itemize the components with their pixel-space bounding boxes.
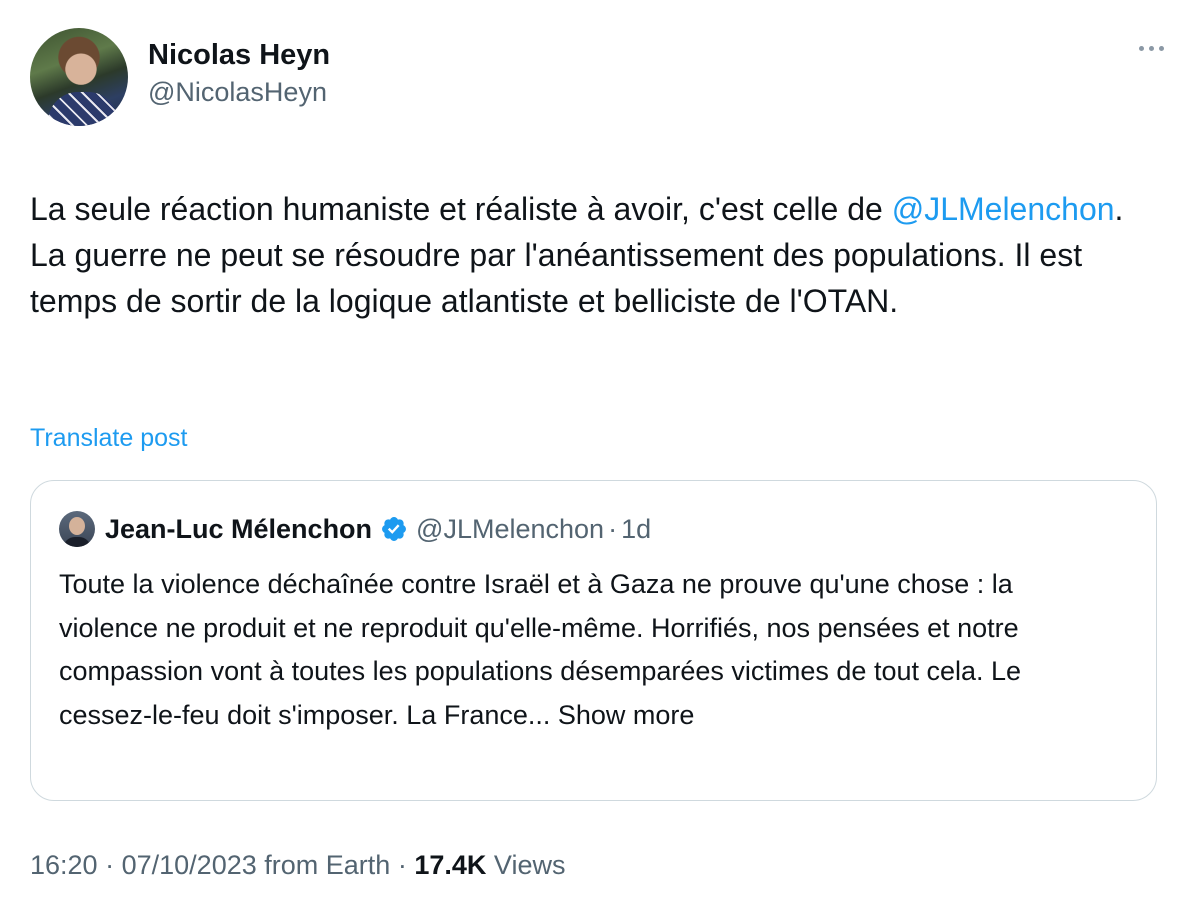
tweet-meta: 16:20 · 07/10/2023 from Earth · 17.4K Vi… bbox=[30, 850, 565, 881]
tweet-header: Nicolas Heyn @NicolasHeyn bbox=[30, 28, 330, 126]
tweet-source: from Earth bbox=[264, 850, 391, 880]
meta-separator: · bbox=[105, 850, 115, 880]
quoted-tweet-text: Toute la violence déchaînée contre Israë… bbox=[59, 569, 1022, 730]
views-count[interactable]: 17.4K bbox=[414, 850, 486, 880]
author-names: Nicolas Heyn @NicolasHeyn bbox=[148, 36, 330, 110]
tweet-card: Nicolas Heyn @NicolasHeyn La seule réact… bbox=[0, 0, 1200, 903]
more-dot bbox=[1159, 46, 1164, 51]
quoted-author-avatar[interactable] bbox=[59, 511, 95, 547]
tweet-mention-link[interactable]: @JLMelenchon bbox=[892, 191, 1115, 227]
quoted-author-handle[interactable]: @JLMelenchon bbox=[416, 514, 604, 545]
tweet-time[interactable]: 16:20 bbox=[30, 850, 98, 880]
meta-separator: · bbox=[397, 850, 407, 880]
avatar-shirt bbox=[48, 92, 118, 126]
tweet-date[interactable]: 07/10/2023 bbox=[122, 850, 257, 880]
views-label: Views bbox=[493, 850, 566, 880]
author-display-name[interactable]: Nicolas Heyn bbox=[148, 36, 330, 74]
translate-post-link[interactable]: Translate post bbox=[30, 424, 187, 453]
more-dot bbox=[1139, 46, 1144, 51]
verified-badge-icon bbox=[382, 517, 407, 541]
author-handle[interactable]: @NicolasHeyn bbox=[148, 74, 330, 110]
tweet-text-part1: La seule réaction humaniste et réaliste … bbox=[30, 191, 892, 227]
avatar-suit bbox=[63, 537, 91, 547]
quoted-tweet[interactable]: Jean-Luc Mélenchon @JLMelenchon · 1d Tou… bbox=[30, 480, 1157, 801]
tweet-text: La seule réaction humaniste et réaliste … bbox=[30, 186, 1160, 324]
avatar-face bbox=[69, 517, 85, 535]
more-dot bbox=[1149, 46, 1154, 51]
quoted-separator: · bbox=[608, 513, 618, 544]
more-options-icon[interactable] bbox=[1139, 46, 1164, 51]
quoted-author-display-name[interactable]: Jean-Luc Mélenchon bbox=[105, 514, 372, 545]
quoted-tweet-header: Jean-Luc Mélenchon @JLMelenchon · 1d bbox=[59, 511, 651, 547]
quoted-timestamp[interactable]: 1d bbox=[621, 514, 651, 545]
author-avatar[interactable] bbox=[30, 28, 128, 126]
